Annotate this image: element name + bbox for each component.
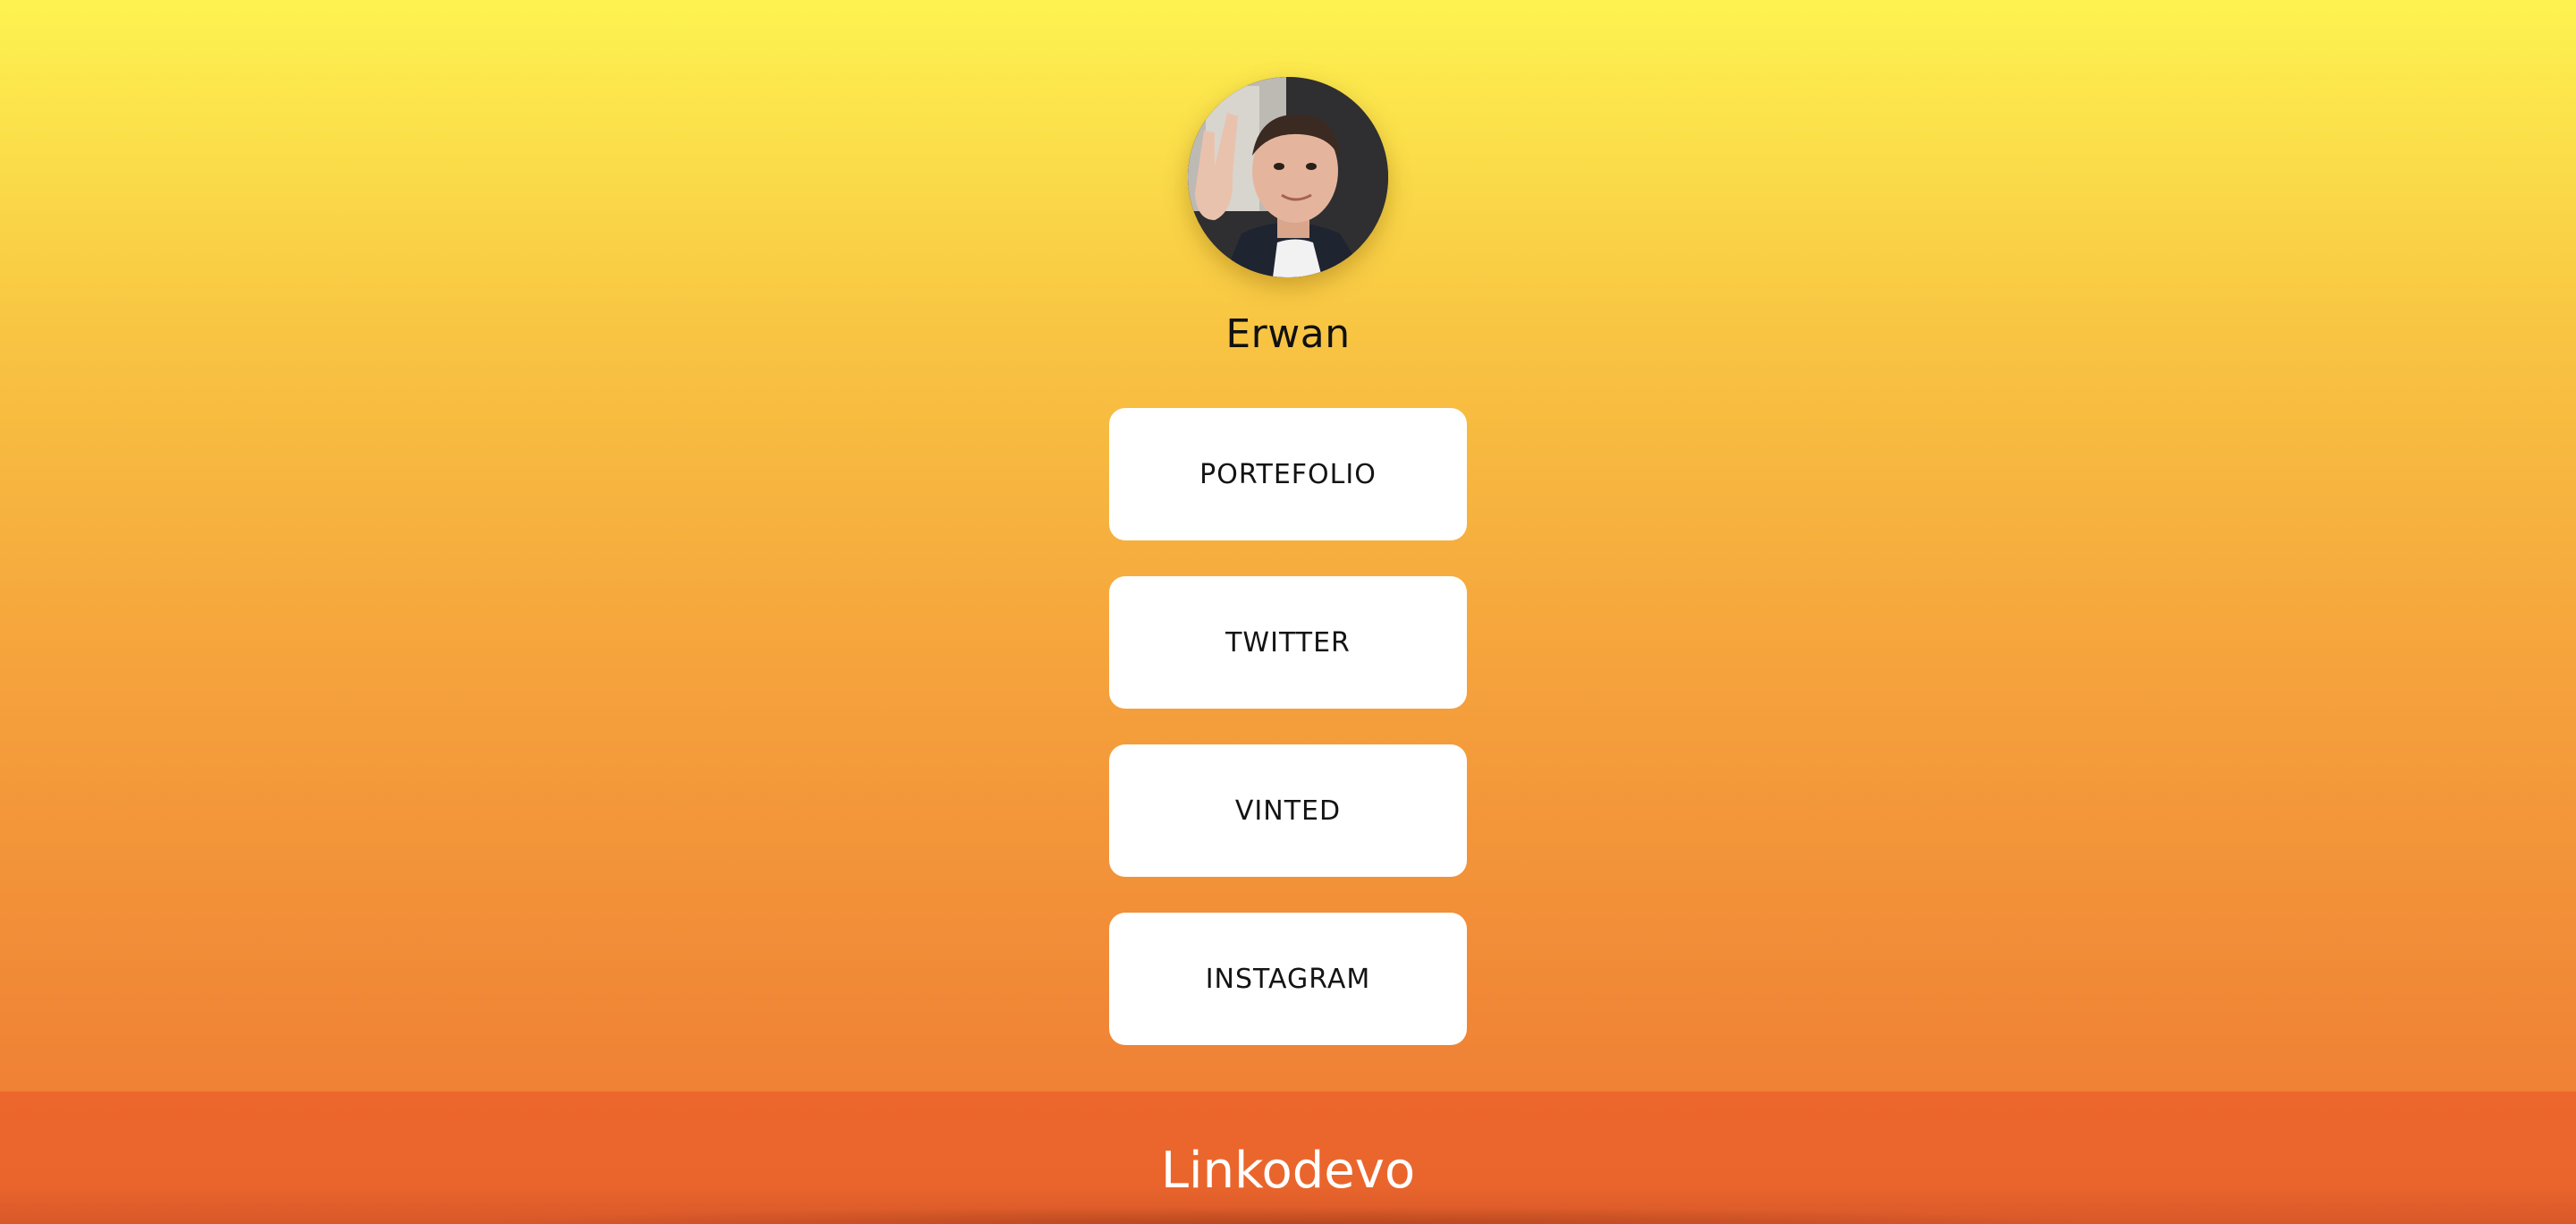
brand-link[interactable]: Linkodevo [0,1142,2576,1200]
portefolio-link-button[interactable]: PORTEFOLIO [1109,408,1467,540]
avatar-photo [1188,77,1388,277]
vinted-link-button[interactable]: VINTED [1109,744,1467,877]
profile-section: Erwan PORTEFOLIO TWITTER VINTED INSTAGRA… [0,0,2576,1092]
link-list: PORTEFOLIO TWITTER VINTED INSTAGRAM [1109,408,1467,1081]
profile-name: Erwan [1225,311,1351,357]
instagram-link-button[interactable]: INSTAGRAM [1109,913,1467,1045]
footer-shadow [465,1206,2111,1224]
twitter-link-button[interactable]: TWITTER [1109,576,1467,709]
avatar [1188,77,1388,277]
